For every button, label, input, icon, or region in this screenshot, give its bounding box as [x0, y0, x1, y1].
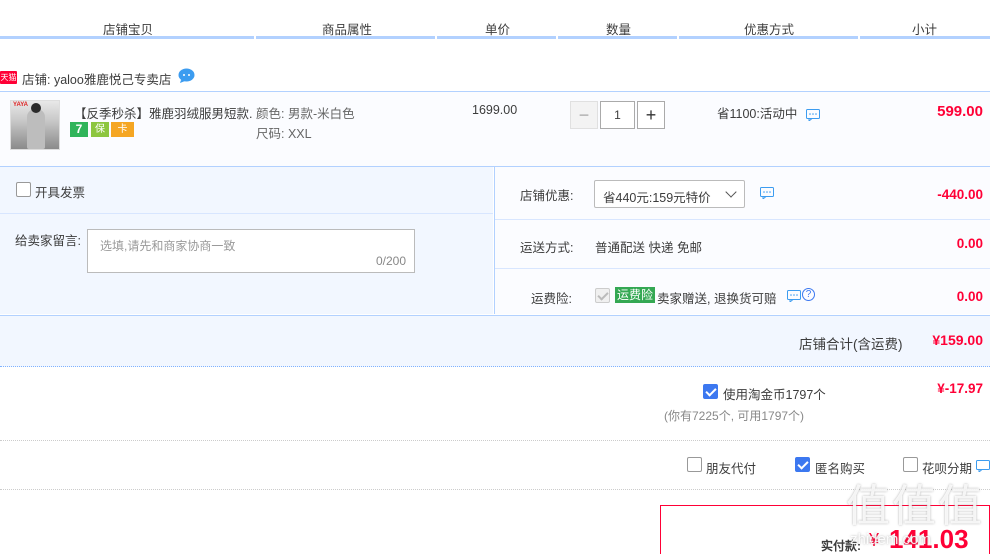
wangwang-chat-icon[interactable] [178, 68, 195, 83]
invoice-label: 开具发票 [35, 186, 86, 200]
invoice-checkbox[interactable] [16, 182, 31, 197]
discount-comment-icon[interactable] [760, 187, 774, 199]
friend-pay-checkbox[interactable] [687, 457, 702, 472]
quantity-decrease-button[interactable]: − [570, 101, 598, 129]
use-coins-label: 使用淘金币1797个 [723, 388, 826, 402]
watermark-url: zhidem.com [850, 531, 931, 548]
product-thumbnail[interactable]: YAYA [10, 100, 60, 150]
thumbnail-brand-tag: YAYA [13, 102, 29, 108]
header-underline [0, 36, 254, 39]
insurance-checkbox [595, 288, 610, 303]
insurance-comment-icon[interactable] [787, 290, 801, 302]
tmall-badge: 天猫 [0, 71, 17, 84]
divider [0, 213, 493, 214]
item-subtotal: 599.00 [937, 103, 983, 120]
coins-balance-note: (你有7225个, 可用1797个) [664, 409, 805, 423]
watermark-logo: 值值值 [846, 481, 984, 532]
unit-price: 1699.00 [472, 103, 518, 117]
seven-day-return-icon[interactable]: 7 [70, 122, 88, 137]
seller-message-input[interactable]: 选填,请先和商家协商一致 0/200 [87, 229, 415, 273]
delivery-label: 运送方式: [520, 241, 574, 255]
delivery-amount: 0.00 [956, 236, 983, 251]
shop-discount-value: 省440元:159元特价 [603, 191, 711, 205]
quantity-input[interactable]: 1 [600, 101, 635, 129]
divider [0, 489, 990, 490]
header-underline [256, 36, 435, 39]
friend-pay-label: 朋友代付 [706, 462, 757, 476]
item-title-link[interactable]: 【反季秒杀】雅鹿羽绒服男短款... [74, 103, 252, 122]
shop-total-label: 店铺合计(含运费) [799, 337, 903, 352]
divider [495, 268, 990, 269]
shop-name-link[interactable]: 店铺: yaloo雅鹿悦己专卖店 [22, 69, 171, 88]
chevron-down-icon [725, 186, 737, 198]
header-underline [679, 36, 858, 39]
insurance-amount: 0.00 [956, 289, 983, 304]
insurance-label: 运费险: [531, 292, 572, 306]
header-underline [860, 36, 990, 39]
item-promo-text: 省1100:活动中 [717, 107, 798, 121]
sku-color: 颜色: 男款-米白色 [256, 107, 355, 121]
insurance-tag: 运费险 [615, 287, 656, 303]
use-coins-checkbox[interactable] [703, 384, 718, 399]
message-placeholder: 选填,请先和商家协商一致 [100, 239, 236, 253]
message-char-count: 0/200 [375, 254, 406, 268]
delivery-value: 普通配送 快递 免邮 [595, 241, 702, 255]
anonymous-purchase-checkbox[interactable] [795, 457, 810, 472]
header-underline [437, 36, 556, 39]
help-icon[interactable]: ? [802, 288, 815, 301]
shop-discount-amount: -440.00 [937, 187, 983, 202]
shop-discount-select[interactable]: 省440元:159元特价 [594, 180, 745, 208]
thumbnail-figure [27, 109, 45, 149]
quantity-increase-button[interactable]: + [637, 101, 665, 129]
message-label: 给卖家留言: [15, 234, 81, 248]
divider [0, 440, 990, 441]
thumbnail-head [31, 103, 41, 113]
guarantee-icon[interactable]: 保 [91, 122, 109, 137]
insurance-text: 卖家赠送, 退换货可赔 [657, 292, 777, 306]
coins-amount: ¥-17.97 [937, 381, 983, 396]
header-underline [558, 36, 677, 39]
credit-card-icon[interactable]: 卡 [111, 122, 134, 137]
shop-discount-label: 店铺优惠: [520, 189, 574, 203]
cart-header: 店铺宝贝 商品属性 单价 数量 优惠方式 小计 [0, 0, 997, 40]
promo-comment-icon[interactable] [806, 109, 820, 121]
divider [495, 219, 990, 220]
shop-total-value: ¥159.00 [932, 332, 983, 348]
sku-size: 尺码: XXL [256, 127, 312, 141]
